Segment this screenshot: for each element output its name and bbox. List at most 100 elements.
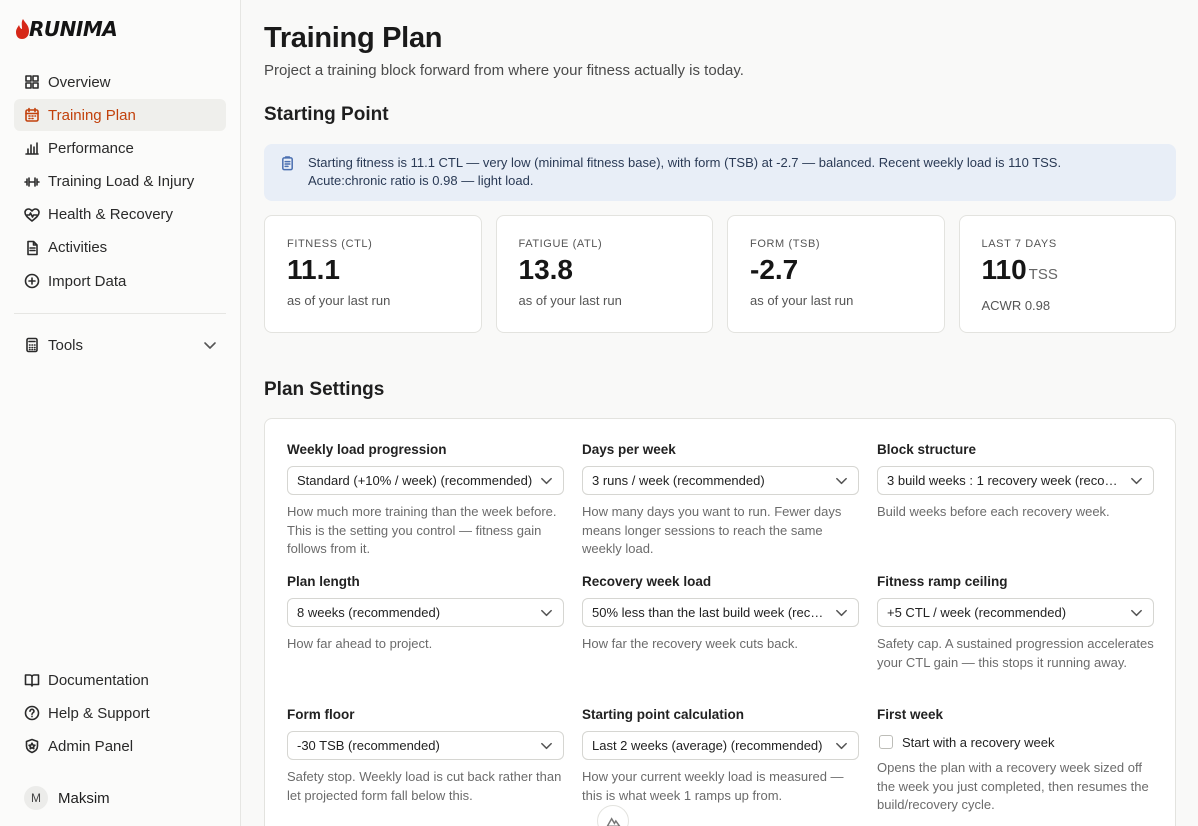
field-first-week: First week Start with a recovery week Op… <box>877 707 1154 815</box>
sidebar-divider <box>14 313 226 314</box>
days-per-week-select[interactable]: 3 runs / week (recommended) <box>582 466 859 495</box>
sidebar: RUNIMA Overview Training Plan Performanc… <box>0 0 241 826</box>
nav-item-label: Training Plan <box>48 106 136 124</box>
recovery-week-checkbox-row[interactable]: Start with a recovery week <box>877 731 1154 753</box>
stat-label: Last 7 Days <box>981 238 1057 250</box>
grid-icon <box>24 74 40 90</box>
bar-chart-icon <box>24 140 40 156</box>
stat-card-fatigue: Fatigue (ATL) 13.8 as of your last run <box>495 215 713 333</box>
field-label: Days per week <box>582 442 676 457</box>
nav-item-documentation[interactable]: Documentation <box>14 664 226 696</box>
recovery-load-select[interactable]: 50% less than the last build week (recom… <box>582 598 859 627</box>
stat-cards: Fitness (CTL) 11.1 as of your last run F… <box>264 215 1176 333</box>
stat-number: 110 <box>981 254 1027 285</box>
nav-item-label: Activities <box>48 239 108 257</box>
select-value: 8 weeks (recommended) <box>297 605 441 620</box>
stat-note: as of your last run <box>287 293 391 308</box>
chevron-down-icon[interactable] <box>202 337 218 353</box>
tools-section: Tools <box>14 329 226 362</box>
field-label: Weekly load progression <box>287 442 447 457</box>
user-name: Maksim <box>58 789 110 807</box>
stat-card-last-7-days: Last 7 Days 110 TSS ACWR 0.98 <box>958 215 1176 333</box>
stat-number: -2.7 <box>750 254 799 285</box>
brand-name: RUNIMA <box>29 17 118 41</box>
stat-label: Form (TSB) <box>750 238 821 250</box>
page-title: Training Plan <box>264 22 443 54</box>
mountain-icon <box>605 816 621 826</box>
select-value: +5 CTL / week (recommended) <box>887 605 1067 620</box>
nav-item-label: Overview <box>48 73 111 91</box>
chevron-down-icon <box>541 742 552 750</box>
field-form-floor: Form floor -30 TSB (recommended) Safety … <box>287 707 564 805</box>
nav-item-health[interactable]: Health & Recovery <box>14 199 226 231</box>
stat-unit: TSS <box>1028 266 1058 283</box>
calendar-icon <box>24 107 40 123</box>
field-help: Safety cap. A sustained progression acce… <box>877 636 1154 670</box>
select-value: Standard (+10% / week) (recommended) <box>297 473 533 488</box>
nav-item-activities[interactable]: Activities <box>14 232 226 264</box>
nav-item-label: Training Load & Injury <box>48 173 195 191</box>
field-help: How your current weekly load is measured… <box>582 769 844 803</box>
chevron-down-icon <box>541 609 552 617</box>
field-days-per-week: Days per week 3 runs / week (recommended… <box>582 442 859 559</box>
nav-item-label: Documentation <box>48 671 149 689</box>
nav-item-label: Help & Support <box>48 704 150 722</box>
field-plan-length: Plan length 8 weeks (recommended) How fa… <box>287 574 564 654</box>
field-label: Plan length <box>287 574 360 589</box>
checkbox-label: Start with a recovery week <box>902 734 1055 750</box>
starting-calc-select[interactable]: Last 2 weeks (average) (recommended) <box>582 731 859 760</box>
stat-value: -2.7 <box>750 254 944 286</box>
stat-label: Fatigue (ATL) <box>518 238 603 250</box>
nav-item-import[interactable]: Import Data <box>14 265 226 297</box>
field-ramp-ceiling: Fitness ramp ceiling +5 CTL / week (reco… <box>877 574 1154 672</box>
info-text: Starting fitness is 11.1 CTL — very low … <box>308 155 1062 188</box>
nav-item-label: Import Data <box>48 272 127 290</box>
nav-item-training-plan[interactable]: Training Plan <box>14 99 226 132</box>
recovery-week-checkbox[interactable] <box>879 735 893 749</box>
field-starting-calc: Starting point calculation Last 2 weeks … <box>582 707 859 805</box>
nav-item-tools[interactable]: Tools <box>14 329 226 361</box>
form-floor-select[interactable]: -30 TSB (recommended) <box>287 731 564 760</box>
nav-item-overview[interactable]: Overview <box>14 66 226 98</box>
main-nav: Overview Training Plan Performance Train… <box>14 66 226 298</box>
help-circle-icon <box>24 705 40 721</box>
plan-settings-card: Weekly load progression Standard (+10% /… <box>264 418 1176 826</box>
plan-length-select[interactable]: 8 weeks (recommended) <box>287 598 564 627</box>
nav-item-label: Performance <box>48 139 134 157</box>
nav-item-label: Health & Recovery <box>48 206 174 224</box>
block-structure-select[interactable]: 3 build weeks : 1 recovery week (recomme… <box>877 466 1154 495</box>
chevron-down-icon <box>836 742 847 750</box>
chevron-down-icon <box>1131 609 1142 617</box>
nav-item-help[interactable]: Help & Support <box>14 697 226 729</box>
field-recovery-load: Recovery week load 50% less than the las… <box>582 574 859 654</box>
section-title-plan-settings: Plan Settings <box>264 379 385 400</box>
stat-value: 13.8 <box>519 254 713 286</box>
select-value: 3 runs / week (recommended) <box>592 473 765 488</box>
stat-card-form: Form (TSB) -2.7 as of your last run <box>727 215 945 333</box>
chevron-down-icon <box>541 477 552 485</box>
field-help: Safety stop. Weekly load is cut back rat… <box>287 769 562 803</box>
field-help: Build weeks before each recovery week. <box>877 504 1110 519</box>
user-menu[interactable]: M Maksim <box>14 782 226 814</box>
field-label: Block structure <box>877 442 977 457</box>
book-icon <box>24 672 40 688</box>
nav-item-label: Tools <box>48 336 84 354</box>
nav-item-admin[interactable]: Admin Panel <box>14 730 226 762</box>
stat-value: 110 TSS <box>982 254 1176 291</box>
field-help: How far ahead to project. <box>287 636 433 651</box>
brand-logo[interactable]: RUNIMA <box>14 14 118 44</box>
stat-note: ACWR 0.98 <box>981 298 1051 313</box>
field-help: How far the recovery week cuts back. <box>582 636 799 651</box>
page-subtitle: Project a training block forward from wh… <box>264 62 744 79</box>
select-value: 50% less than the last build week (recom… <box>592 605 828 620</box>
select-value: -30 TSB (recommended) <box>297 738 440 753</box>
field-help: Opens the plan with a recovery week size… <box>877 760 1149 812</box>
weekly-load-select[interactable]: Standard (+10% / week) (recommended) <box>287 466 564 495</box>
avatar: M <box>24 786 48 810</box>
nav-item-performance[interactable]: Performance <box>14 132 226 164</box>
select-value: 3 build weeks : 1 recovery week (recomme… <box>887 473 1123 488</box>
nav-item-training-load[interactable]: Training Load & Injury <box>14 166 226 198</box>
stat-note: as of your last run <box>750 293 854 308</box>
field-label: Form floor <box>287 707 355 722</box>
ramp-ceiling-select[interactable]: +5 CTL / week (recommended) <box>877 598 1154 627</box>
